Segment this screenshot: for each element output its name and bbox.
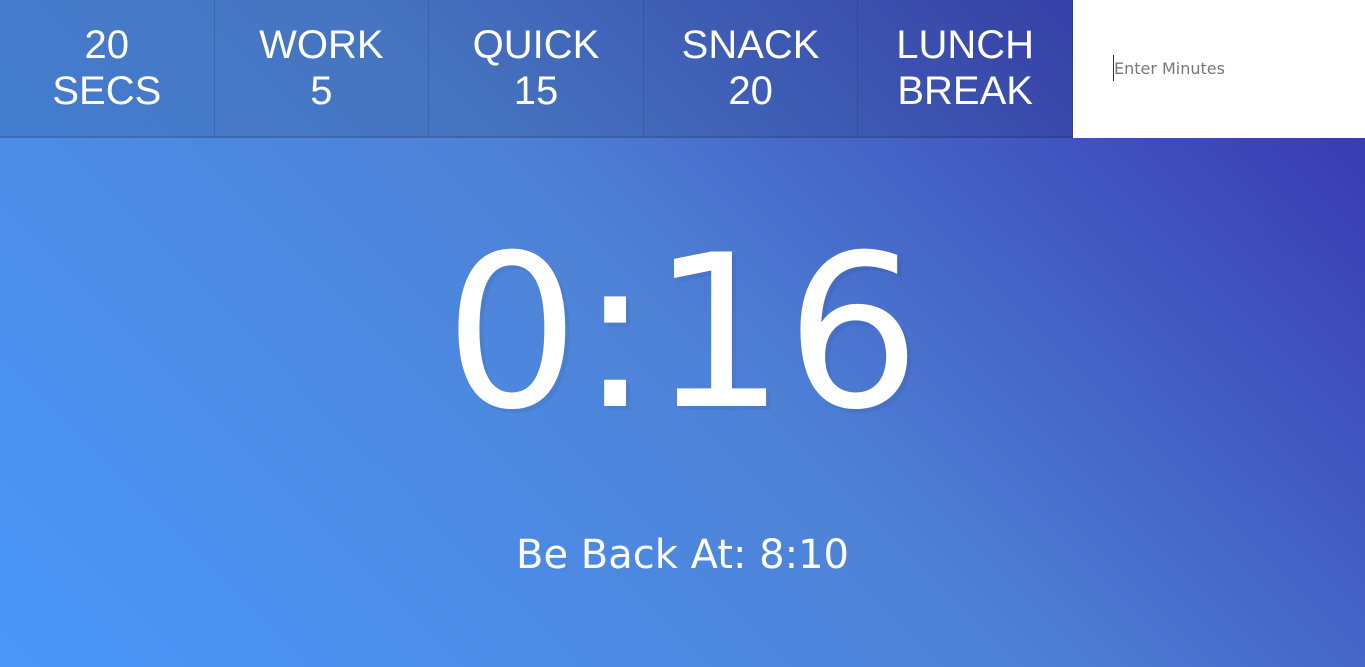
timer-button-snack-20[interactable]: SNACK 20 [643, 0, 859, 138]
minutes-input[interactable] [1112, 55, 1356, 81]
time-left: 0:16 [444, 209, 921, 456]
timer-button-20-secs[interactable]: 20 SECS [0, 0, 215, 138]
end-time: Be Back At: 8:10 [516, 532, 849, 578]
timer-display: 0:16 Be Back At: 8:10 [0, 138, 1365, 667]
timer-button-lunch-break[interactable]: LUNCH BREAK [858, 0, 1073, 138]
timer-controls: 20 SECS WORK 5 QUICK 15 SNACK 20 LUNCH B… [0, 0, 1365, 138]
custom-minutes-form [1072, 0, 1365, 138]
timer-button-quick-15[interactable]: QUICK 15 [429, 0, 644, 138]
timer-button-work-5[interactable]: WORK 5 [214, 0, 430, 138]
